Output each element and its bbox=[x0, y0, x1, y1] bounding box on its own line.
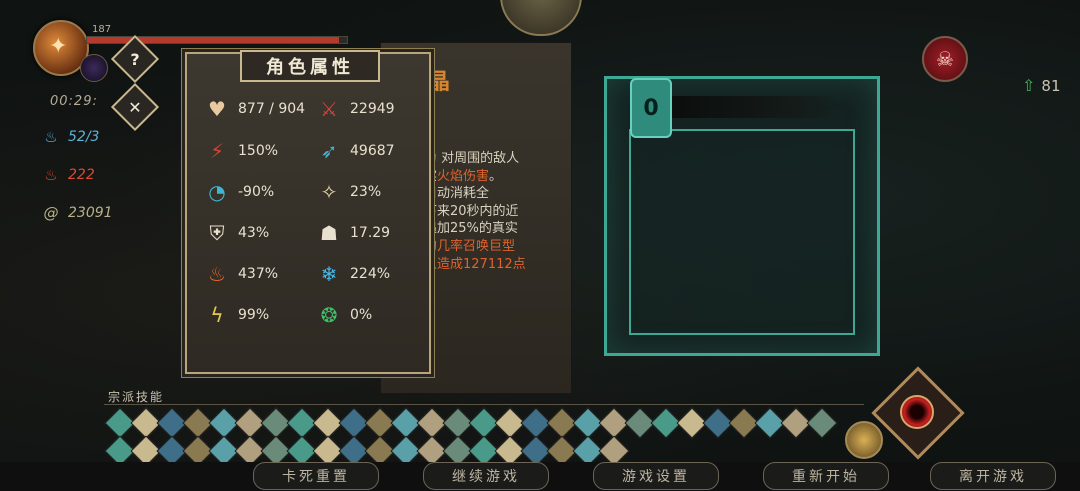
attr-shock: ϟ 99% bbox=[204, 302, 269, 328]
health-bar-fill bbox=[87, 37, 340, 43]
skills-divider bbox=[104, 404, 864, 405]
desc-line: 自动消耗全 bbox=[424, 186, 490, 202]
skill-rune-icon[interactable] bbox=[806, 407, 838, 439]
cell-counter: ⇧ 81 bbox=[1022, 76, 1061, 95]
resource-red: ♨ 222 bbox=[42, 166, 95, 184]
gold-swirl-icon: @ bbox=[43, 204, 59, 222]
close-icon: ✕ bbox=[128, 97, 142, 117]
attr-tactics-value: 49687 bbox=[350, 143, 395, 159]
boss-cell-skull-button[interactable]: ☠ bbox=[922, 36, 968, 82]
attr-fire: ♨ 437% bbox=[204, 261, 278, 287]
attributes-title: 角色属性 bbox=[266, 57, 354, 78]
restart-button[interactable]: 重新开始 bbox=[763, 462, 889, 490]
attributes-title-plate: 角色属性 bbox=[240, 50, 380, 82]
cooldown-icon: ◔ bbox=[208, 180, 226, 204]
fire-icon: ♨ bbox=[208, 262, 226, 286]
attr-health: ♥ 877 / 904 bbox=[204, 96, 305, 122]
attr-brutality-value: 22949 bbox=[350, 101, 395, 117]
continue-game-button[interactable]: 继续游戏 bbox=[423, 462, 549, 490]
attr-dodge-value: 23% bbox=[350, 184, 382, 200]
attr-crit-value: 150% bbox=[238, 143, 279, 159]
attr-speed: ☗ 17.29 bbox=[316, 220, 390, 246]
resource-blue: ♨ 52/3 bbox=[42, 128, 99, 146]
attr-tactics: ➶ 49687 bbox=[316, 138, 395, 164]
class-emblem-icon: ✦ bbox=[49, 34, 68, 59]
skull-icon: ☠ bbox=[936, 47, 954, 71]
attr-brutality: ⚔ 22949 bbox=[316, 96, 395, 122]
desc-line: 下来20秒内的近 bbox=[424, 203, 519, 219]
desc-line: 人造成127112点 bbox=[424, 256, 526, 272]
eye-ability-button[interactable] bbox=[871, 366, 965, 460]
heart-icon: ♥ bbox=[208, 97, 226, 121]
cell-count-value: 81 bbox=[1041, 76, 1061, 95]
attr-poison-value: 0% bbox=[350, 307, 373, 323]
inventory-count-tab[interactable]: 0 bbox=[630, 78, 672, 138]
desc-line: 追加25%的真实 bbox=[424, 221, 518, 237]
run-timer: 00:29: bbox=[50, 94, 98, 109]
ink-stroke-decoration bbox=[668, 96, 838, 118]
item-description: 力 对周围的敌人 实火焰伤害。 自动消耗全 下来20秒内的近 追加25%的真实 … bbox=[424, 150, 574, 273]
red-eye-icon bbox=[900, 395, 934, 429]
attr-ice-value: 224% bbox=[350, 266, 391, 282]
curse-orb-icon bbox=[80, 54, 108, 82]
speed-boot-icon: ☗ bbox=[320, 221, 338, 245]
desc-line: 的几率召唤巨型 bbox=[424, 238, 516, 254]
resource-gold: @ 23091 bbox=[42, 204, 113, 222]
attr-crit: ⚡ 150% bbox=[204, 138, 278, 164]
attr-armor-value: 43% bbox=[238, 225, 270, 241]
desc-line: 力 对周围的敌人 bbox=[424, 151, 520, 166]
unstuck-reset-button[interactable]: 卡死重置 bbox=[253, 462, 379, 490]
attr-cooldown-value: -90% bbox=[238, 184, 275, 200]
bow-icon: ➶ bbox=[320, 139, 338, 163]
attr-cooldown: ◔ -90% bbox=[204, 179, 274, 205]
cell-icon: ⇧ bbox=[1022, 76, 1036, 95]
attr-armor: ⛨ 43% bbox=[204, 220, 270, 246]
attr-health-value: 877 / 904 bbox=[238, 101, 306, 117]
resource-blue-value: 52/3 bbox=[68, 129, 100, 145]
skills-label: 宗派技能 bbox=[108, 390, 165, 404]
skills-strip bbox=[104, 407, 848, 467]
resource-red-value: 222 bbox=[68, 167, 95, 183]
dodge-icon: ✧ bbox=[320, 180, 338, 204]
attr-ice: ❄ 224% bbox=[316, 261, 390, 287]
attr-speed-value: 17.29 bbox=[350, 225, 391, 241]
player-level: 187 bbox=[92, 24, 112, 35]
attr-poison: ❂ 0% bbox=[316, 302, 373, 328]
lightning-icon: ϟ bbox=[210, 303, 224, 327]
inventory-slot-area[interactable] bbox=[629, 129, 855, 335]
attr-shock-value: 99% bbox=[238, 307, 270, 323]
skill-end-orb-icon[interactable] bbox=[845, 421, 883, 459]
item-title: 晶 bbox=[428, 70, 451, 95]
resource-gold-value: 23091 bbox=[68, 205, 113, 221]
attr-dodge: ✧ 23% bbox=[316, 179, 382, 205]
desc-line: 实火焰伤害。 bbox=[424, 168, 503, 184]
crit-slash-icon: ⚡ bbox=[209, 139, 225, 163]
attr-fire-value: 437% bbox=[238, 266, 279, 282]
snowflake-icon: ❄ bbox=[320, 262, 338, 286]
sword-icon: ⚔ bbox=[320, 97, 338, 121]
poison-icon: ❂ bbox=[320, 303, 338, 327]
game-settings-button[interactable]: 游戏设置 bbox=[593, 462, 719, 490]
help-label: ? bbox=[130, 49, 140, 69]
leave-game-button[interactable]: 离开游戏 bbox=[930, 462, 1056, 490]
red-flame-icon: ♨ bbox=[44, 166, 58, 184]
shield-icon: ⛨ bbox=[209, 221, 225, 245]
blue-flame-icon: ♨ bbox=[44, 128, 58, 146]
